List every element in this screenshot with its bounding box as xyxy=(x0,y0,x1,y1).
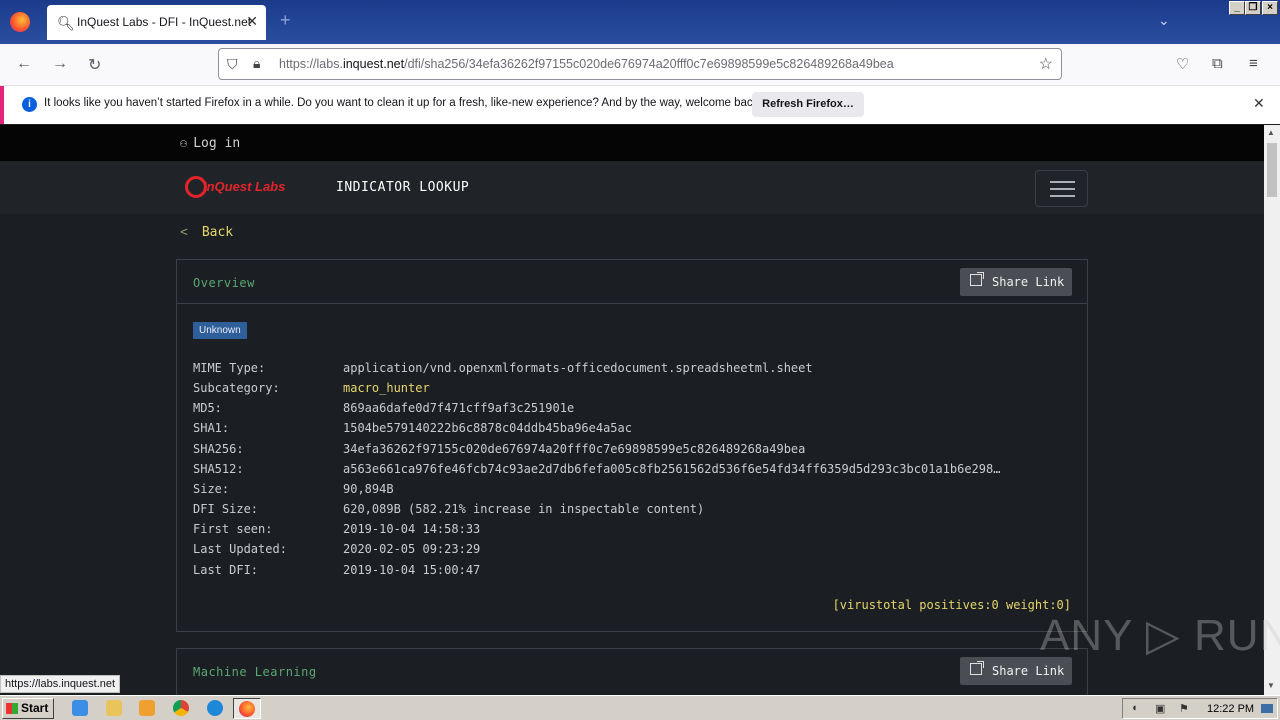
forward-arrow-icon[interactable]: → xyxy=(52,55,68,73)
clock: 12:22 PM xyxy=(1207,703,1255,715)
browser-nav-bar: ← → ↻ ⛉ 🔒︎ https://labs.inquest.net/dfi/… xyxy=(0,44,1280,86)
system-tray: ◖ ▣ ⚑ 12:22 PM xyxy=(1122,698,1278,719)
refresh-notification-bar: i It looks like you haven’t started Fire… xyxy=(0,86,1280,124)
overview-title: Overview xyxy=(193,276,255,290)
reload-icon[interactable]: ↻ xyxy=(88,55,101,75)
machine-learning-card: Machine Learning Share Link xyxy=(176,648,1088,695)
chevron-left-icon: < xyxy=(180,225,188,240)
back-link[interactable]: < Back xyxy=(180,225,233,240)
show-desktop-icon[interactable] xyxy=(1261,704,1273,713)
new-tab-icon[interactable]: + xyxy=(280,10,291,31)
chrome-icon[interactable] xyxy=(173,700,189,716)
extensions-icon[interactable]: ⧉ xyxy=(1212,55,1223,72)
external-link-icon xyxy=(970,272,984,286)
scroll-up-icon[interactable]: ▲ xyxy=(1267,128,1275,137)
firefox-icon xyxy=(239,701,255,717)
field-md5: MD5: 869aa6dafe0d7f471cff9af3c251901e xyxy=(193,401,575,415)
site-header: InQuest Labs INDICATOR LOOKUP xyxy=(0,161,1264,214)
back-arrow-icon[interactable]: ← xyxy=(16,55,32,73)
field-sha256: SHA256: 34efa36262f97155c020de676974a20ff… xyxy=(193,442,806,456)
internet-explorer-icon[interactable] xyxy=(72,700,88,716)
restore-window-icon[interactable]: ❐ xyxy=(1245,1,1261,15)
search-icon: 🔍︎ xyxy=(57,15,75,31)
overview-card-header: Overview Share Link xyxy=(177,260,1087,304)
folder-icon[interactable] xyxy=(106,700,122,716)
field-dfi-size: DFI Size: 620,089B (582.21% increase in i… xyxy=(193,502,705,516)
hamburger-line xyxy=(1050,188,1075,190)
taskbar-firefox-active[interactable] xyxy=(233,698,261,719)
windows-logo-icon xyxy=(6,703,18,714)
address-bar[interactable]: ⛉ 🔒︎ https://labs.inquest.net/dfi/sha256… xyxy=(218,48,1062,80)
chevron-down-icon[interactable]: ⌄ xyxy=(1158,12,1170,29)
refresh-firefox-button[interactable]: Refresh Firefox… xyxy=(752,92,864,117)
flag-icon[interactable]: ⚑ xyxy=(1179,702,1189,715)
status-badge: Unknown xyxy=(193,322,247,339)
field-size: Size: 90,894B xyxy=(193,482,394,496)
virustotal-link[interactable]: [virustotal positives:0 weight:0] xyxy=(833,598,1071,612)
windows-taskbar: Start ◖ ▣ ⚑ 12:22 PM xyxy=(0,695,1280,720)
field-sha1: SHA1: 1504be579140222b6c8878c04ddb45ba96e… xyxy=(193,421,632,435)
browser-tab-active[interactable]: 🔍︎ InQuest Labs - DFI - InQuest.net ✕ xyxy=(47,5,266,40)
site-title: INDICATOR LOOKUP xyxy=(336,180,470,195)
scrollbar-thumb[interactable] xyxy=(1267,143,1277,197)
top-strip: ⚇ Log in xyxy=(0,125,1264,161)
info-icon: i xyxy=(22,97,37,112)
close-window-icon[interactable]: × xyxy=(1262,1,1278,15)
anyrun-watermark: ANY ▷ RUN xyxy=(1040,611,1280,660)
edge-icon[interactable] xyxy=(207,700,223,716)
tab-title: InQuest Labs - DFI - InQuest.net xyxy=(77,15,252,29)
field-last-updated: Last Updated: 2020-02-05 09:23:29 xyxy=(193,542,481,556)
login-link[interactable]: ⚇ Log in xyxy=(180,136,240,151)
firefox-logo-icon xyxy=(10,12,30,32)
lock-icon[interactable]: 🔒︎ xyxy=(253,55,260,72)
pocket-icon[interactable]: ♡ xyxy=(1176,55,1189,73)
field-last-dfi: Last DFI: 2019-10-04 15:00:47 xyxy=(193,563,481,577)
network-icon[interactable]: ▣ xyxy=(1155,702,1165,715)
close-tab-icon[interactable]: ✕ xyxy=(246,13,258,30)
hamburger-line xyxy=(1050,181,1075,183)
shield-icon[interactable]: ⛉ xyxy=(227,56,238,73)
field-mime-type: MIME Type: application/vnd.openxmlformats… xyxy=(193,361,813,375)
bookmark-star-icon[interactable]: ☆ xyxy=(1039,54,1053,74)
menu-icon[interactable]: ≡ xyxy=(1249,55,1258,72)
scroll-down-icon[interactable]: ▼ xyxy=(1267,681,1275,690)
field-subcategory: Subcategory: macro_hunter xyxy=(193,381,430,395)
overview-card: Overview Share Link Unknown MIME Type: ap… xyxy=(176,259,1088,632)
subcategory-link[interactable]: macro_hunter xyxy=(343,381,430,395)
ml-card-header: Machine Learning Share Link xyxy=(177,649,1087,693)
start-button[interactable]: Start xyxy=(2,698,54,719)
field-sha512: SHA512: a563e661ca976fe46fcb74c93ae2d7db6… xyxy=(193,462,1001,476)
share-link-button[interactable]: Share Link xyxy=(960,268,1072,296)
media-player-icon[interactable] xyxy=(139,700,155,716)
close-notification-icon[interactable]: ✕ xyxy=(1253,95,1265,112)
user-icon: ⚇ xyxy=(180,136,188,150)
inquest-logo[interactable]: InQuest Labs xyxy=(185,176,295,202)
browser-tab-strip: 🔍︎ InQuest Labs - DFI - InQuest.net ✕ + … xyxy=(0,0,1280,44)
minimize-window-icon[interactable]: _ xyxy=(1229,1,1245,15)
field-first-seen: First seen: 2019-10-04 14:58:33 xyxy=(193,522,481,536)
status-url-tooltip: https://labs.inquest.net xyxy=(0,675,121,693)
ml-title: Machine Learning xyxy=(193,665,317,679)
notification-message: It looks like you haven’t started Firefo… xyxy=(44,97,762,109)
external-link-icon xyxy=(970,661,984,675)
hamburger-line xyxy=(1050,195,1075,197)
url-text[interactable]: https://labs.inquest.net/dfi/sha256/34ef… xyxy=(279,57,894,71)
ml-share-link-button[interactable]: Share Link xyxy=(960,657,1072,685)
hamburger-menu-button[interactable] xyxy=(1035,170,1088,207)
volume-icon[interactable]: ◖ xyxy=(1131,702,1138,714)
